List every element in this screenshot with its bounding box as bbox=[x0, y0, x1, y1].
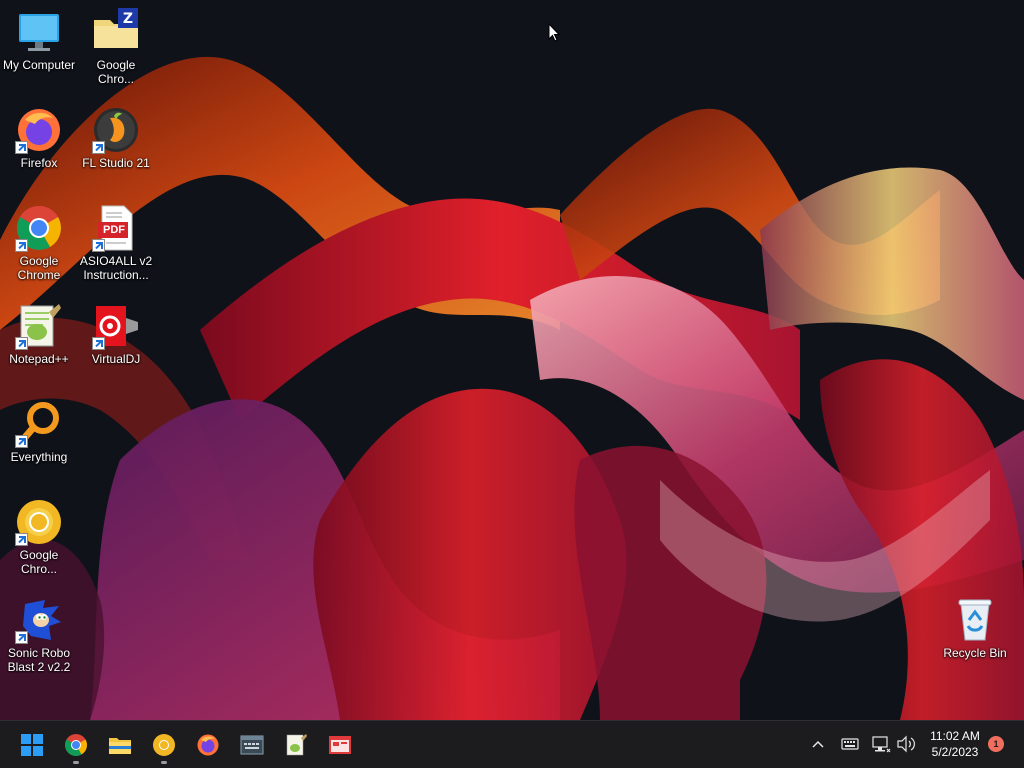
shortcut-arrow-icon bbox=[15, 337, 28, 350]
fl-studio-icon bbox=[92, 106, 140, 154]
desktop-icon-label: Notepad++ bbox=[9, 352, 69, 366]
desktop-icon-label: My Computer bbox=[2, 58, 76, 72]
desktop-icon-google-chrome[interactable]: Google Chrome bbox=[0, 204, 78, 282]
network-button[interactable] bbox=[870, 733, 892, 755]
input-keyboard-button[interactable] bbox=[839, 733, 861, 755]
chrome-icon bbox=[64, 733, 88, 757]
shortcut-arrow-icon bbox=[92, 337, 105, 350]
volume-button[interactable] bbox=[895, 733, 917, 755]
notification-badge[interactable]: 1 bbox=[988, 736, 1004, 752]
running-indicator bbox=[161, 761, 167, 764]
keyboard-icon bbox=[841, 738, 859, 750]
zip-folder-icon: Z bbox=[92, 8, 140, 56]
desktop-icon-label: Google Chrome bbox=[17, 254, 61, 282]
notepadpp-icon bbox=[284, 733, 308, 757]
sonic-icon bbox=[15, 596, 63, 644]
shortcut-arrow-icon bbox=[92, 239, 105, 252]
desktop-icon-google-chrome-zip[interactable]: Z Google Chro... bbox=[77, 8, 155, 86]
desktop-icon-recycle-bin[interactable]: Recycle Bin bbox=[936, 596, 1014, 660]
desktop-icon-asio4all-pdf[interactable]: PDF ASIO4ALL v2 Instruction... bbox=[77, 204, 155, 282]
windows-start-icon bbox=[20, 733, 44, 757]
pdf-badge: PDF bbox=[103, 224, 125, 236]
desktop-icon-label: FL Studio 21 bbox=[82, 156, 150, 170]
desktop-icon-google-chrome-canary[interactable]: Google Chro... bbox=[0, 498, 78, 576]
taskbar-notepadpp[interactable] bbox=[276, 725, 316, 765]
desktop-icon-label: VirtualDJ bbox=[91, 352, 141, 366]
svg-text:Z: Z bbox=[123, 11, 133, 27]
shortcut-arrow-icon bbox=[15, 141, 28, 154]
taskbar-chrome[interactable] bbox=[56, 725, 96, 765]
red-window-icon bbox=[328, 733, 352, 757]
desktop-icon-label: Google Chro... bbox=[96, 58, 136, 86]
running-indicator bbox=[73, 761, 79, 764]
desktop-icon-everything[interactable]: Everything bbox=[0, 400, 78, 464]
firefox-icon bbox=[15, 106, 63, 154]
shortcut-arrow-icon bbox=[15, 533, 28, 546]
desktop-icon-label: ASIO4ALL v2 Instruction... bbox=[79, 254, 153, 282]
monitor-icon bbox=[15, 8, 63, 56]
shortcut-arrow-icon bbox=[15, 631, 28, 644]
desktop-icon-firefox[interactable]: Firefox bbox=[0, 106, 78, 170]
keyboard-window-icon bbox=[240, 733, 264, 757]
taskbar-file-explorer[interactable] bbox=[100, 725, 140, 765]
clock-date: 5/2/2023 bbox=[931, 745, 979, 759]
taskbar-app-window[interactable] bbox=[320, 725, 360, 765]
desktop-icon-label: Recycle Bin bbox=[943, 646, 1007, 660]
desktop-icon-fl-studio[interactable]: FL Studio 21 bbox=[77, 106, 155, 170]
mouse-pointer-icon bbox=[548, 22, 561, 43]
desktop-icon-label: Firefox bbox=[20, 156, 58, 170]
desktop-icon-sonic-robo-blast[interactable]: Sonic Robo Blast 2 v2.2 bbox=[0, 596, 78, 674]
start-button[interactable] bbox=[12, 725, 52, 765]
everything-search-icon bbox=[15, 400, 63, 448]
show-hidden-icons-button[interactable] bbox=[807, 733, 829, 755]
shortcut-arrow-icon bbox=[92, 141, 105, 154]
recycle-bin-icon bbox=[951, 596, 999, 644]
notepadpp-icon bbox=[15, 302, 63, 350]
desktop-icon-notepadpp[interactable]: Notepad++ bbox=[0, 302, 78, 366]
shortcut-arrow-icon bbox=[15, 435, 28, 448]
desktop-icon-my-computer[interactable]: My Computer bbox=[0, 8, 78, 72]
shortcut-arrow-icon bbox=[15, 239, 28, 252]
chevron-up-icon bbox=[812, 740, 824, 748]
firefox-icon bbox=[196, 733, 220, 757]
clock-time: 11:02 AM bbox=[930, 729, 980, 743]
folder-icon bbox=[108, 733, 132, 757]
clock-button[interactable]: 11:02 AM 5/2/2023 bbox=[921, 728, 989, 760]
volume-icon bbox=[897, 735, 915, 753]
taskbar bbox=[0, 720, 1024, 768]
desktop-icon-label: Google Chro... bbox=[19, 548, 59, 576]
desktop-icon-label: Everything bbox=[10, 450, 68, 464]
desktop[interactable]: My Computer Z Google Chro... Firefox FL … bbox=[0, 0, 1024, 720]
chrome-icon bbox=[15, 204, 63, 252]
chrome-canary-icon bbox=[15, 498, 63, 546]
chrome-canary-icon bbox=[152, 733, 176, 757]
taskbar-chrome-canary[interactable] bbox=[144, 725, 184, 765]
virtualdj-icon bbox=[92, 302, 140, 350]
network-icon bbox=[872, 736, 891, 753]
desktop-icon-label: Sonic Robo Blast 2 v2.2 bbox=[7, 646, 71, 674]
taskbar-firefox[interactable] bbox=[188, 725, 228, 765]
desktop-icon-virtualdj[interactable]: VirtualDJ bbox=[77, 302, 155, 366]
pdf-icon: PDF bbox=[92, 204, 140, 252]
taskbar-keyboard-app[interactable] bbox=[232, 725, 272, 765]
